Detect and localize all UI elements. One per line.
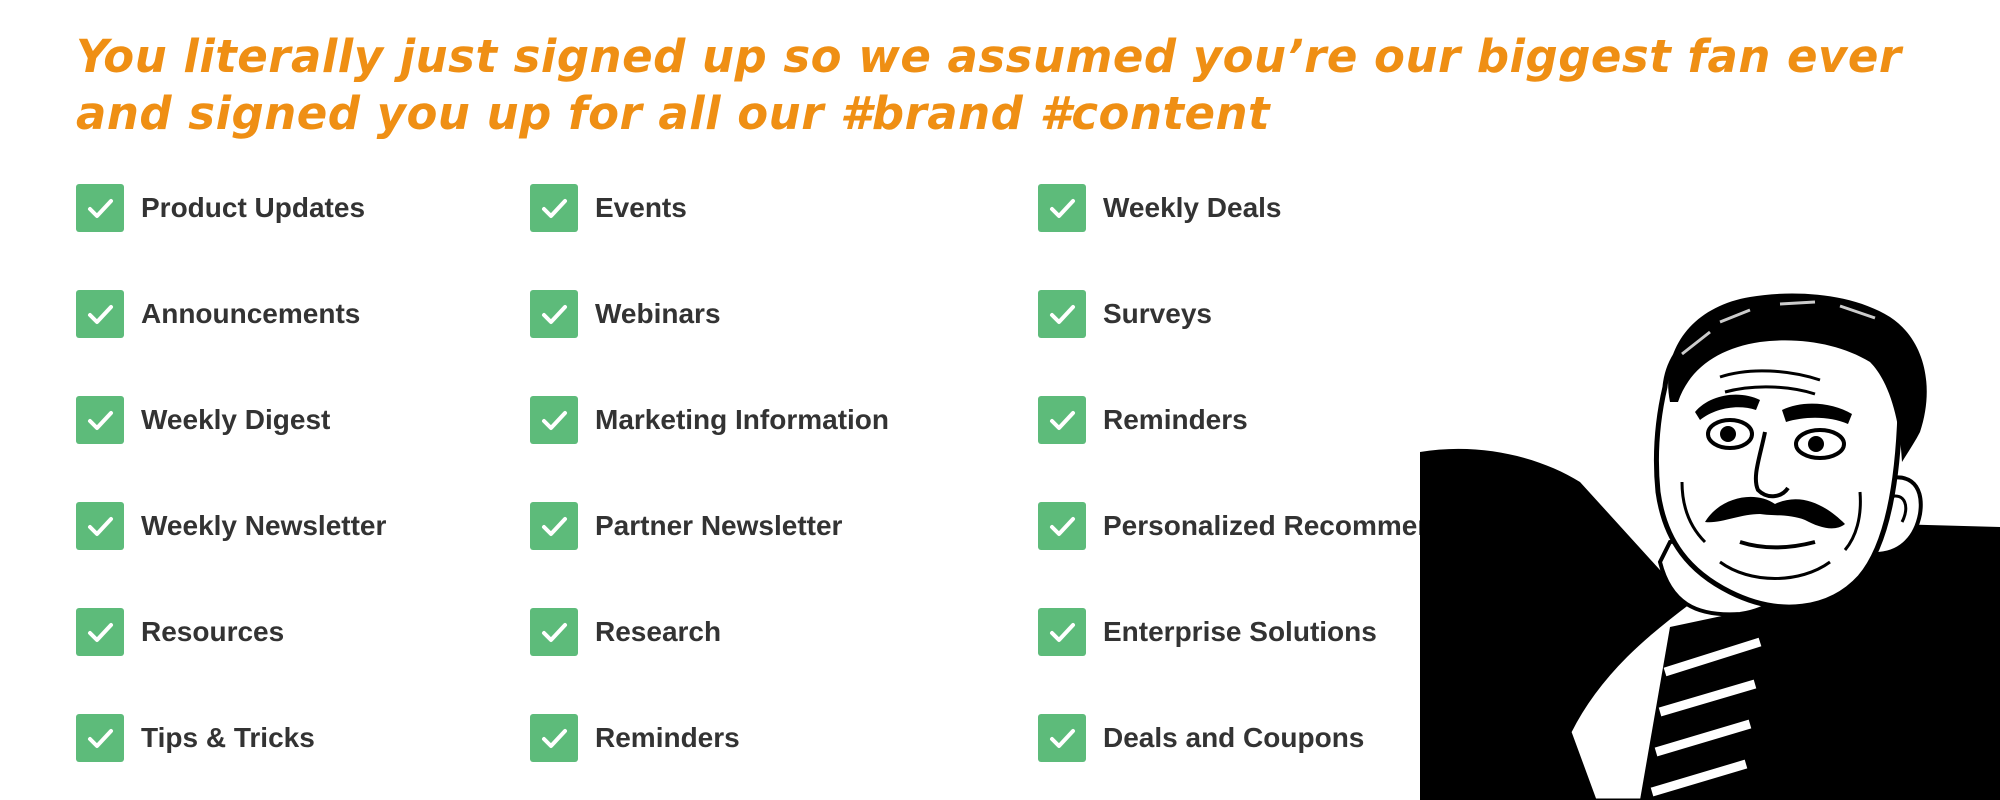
subscription-checkbox[interactable] (1038, 502, 1086, 550)
subscription-label: Enterprise Solutions (1103, 616, 1377, 647)
subscription-item-weekly-digest[interactable]: Weekly Digest (76, 395, 330, 445)
subscription-item-research[interactable]: Research (530, 607, 721, 657)
subscription-item-webinars[interactable]: Webinars (530, 289, 721, 339)
subscription-checkbox[interactable] (76, 184, 124, 232)
subscription-checkbox[interactable] (530, 502, 578, 550)
check-icon (88, 411, 113, 430)
subscription-label: Surveys (1103, 298, 1212, 329)
check-icon (1050, 517, 1075, 536)
check-icon (1050, 729, 1075, 748)
subscription-checkbox[interactable] (1038, 184, 1086, 232)
subscription-checkbox[interactable] (530, 714, 578, 762)
subscription-item-marketing-information[interactable]: Marketing Information (530, 395, 889, 445)
check-icon (1050, 623, 1075, 642)
subscription-checkbox[interactable] (76, 714, 124, 762)
subscription-label: Weekly Digest (141, 404, 331, 435)
subscription-label: Webinars (595, 298, 721, 329)
headline: You literally just signed up so we assum… (76, 28, 1902, 142)
check-icon (1050, 305, 1075, 324)
headline-line-1: You literally just signed up so we assum… (76, 30, 1902, 83)
subscription-label: Announcements (141, 298, 361, 329)
meme-face-illustration (1420, 293, 2000, 800)
subscription-label: Reminders (595, 722, 740, 753)
subscription-item-weekly-deals[interactable]: Weekly Deals (1038, 183, 1282, 233)
subscription-checkbox[interactable] (76, 290, 124, 338)
check-icon (88, 199, 113, 218)
subscription-checkbox[interactable] (1038, 290, 1086, 338)
subscription-item-tips-and-tricks[interactable]: Tips & Tricks (76, 713, 315, 763)
check-icon (542, 517, 567, 536)
subscription-item-partner-newsletter[interactable]: Partner Newsletter (530, 501, 842, 551)
subscription-checkbox[interactable] (530, 608, 578, 656)
subscription-checkbox[interactable] (76, 502, 124, 550)
check-icon (88, 729, 113, 748)
subscription-label: Resources (141, 616, 285, 647)
subscription-label: Reminders (1103, 404, 1248, 435)
subscription-checkbox[interactable] (530, 184, 578, 232)
subscription-label: Weekly Deals (1103, 192, 1282, 223)
subscription-item-events[interactable]: Events (530, 183, 687, 233)
check-icon (542, 411, 567, 430)
check-icon (542, 305, 567, 324)
subscription-label: Research (595, 616, 722, 647)
subscription-checkbox[interactable] (1038, 396, 1086, 444)
subscription-checkbox[interactable] (1038, 608, 1086, 656)
subscription-label: Partner Newsletter (595, 510, 843, 541)
subscription-item-weekly-newsletter[interactable]: Weekly Newsletter (76, 501, 386, 551)
check-icon (542, 623, 567, 642)
subscription-item-deals-and-coupons[interactable]: Deals and Coupons (1038, 713, 1364, 763)
subscription-item-resources[interactable]: Resources (76, 607, 284, 657)
subscription-item-reminders[interactable]: Reminders (1038, 395, 1248, 445)
subscription-checkbox[interactable] (530, 396, 578, 444)
check-icon (542, 729, 567, 748)
subscription-label: Product Updates (141, 192, 366, 223)
subscription-label: Weekly Newsletter (141, 510, 387, 541)
check-icon (1050, 199, 1075, 218)
subscription-checkbox[interactable] (1038, 714, 1086, 762)
check-icon (88, 305, 113, 324)
check-icon (88, 517, 113, 536)
subscription-item-surveys[interactable]: Surveys (1038, 289, 1212, 339)
headline-line-2: and signed you up for all our #brand #co… (76, 87, 1271, 140)
subscription-checkbox[interactable] (76, 608, 124, 656)
subscription-item-enterprise-solutions[interactable]: Enterprise Solutions (1038, 607, 1377, 657)
check-icon (1050, 411, 1075, 430)
check-icon (542, 199, 567, 218)
subscription-checkbox[interactable] (76, 396, 124, 444)
subscription-checkbox[interactable] (530, 290, 578, 338)
subscription-item-product-updates[interactable]: Product Updates (76, 183, 365, 233)
subscription-label: Deals and Coupons (1103, 722, 1365, 753)
subscription-label: Events (595, 192, 687, 223)
subscription-item-announcements[interactable]: Announcements (76, 289, 360, 339)
subscription-label: Marketing Information (595, 404, 890, 435)
subscription-label: Tips & Tricks (141, 722, 315, 753)
subscription-item-reminders[interactable]: Reminders (530, 713, 740, 763)
check-icon (88, 623, 113, 642)
